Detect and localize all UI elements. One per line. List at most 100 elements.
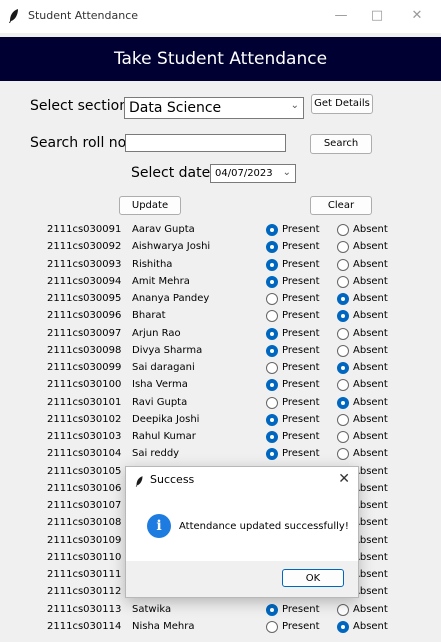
student-name: Sai daragani <box>132 362 195 373</box>
absent-label: Absent <box>353 603 388 615</box>
absent-label: Absent <box>353 258 388 270</box>
update-button[interactable]: Update <box>119 196 181 215</box>
roll-number: 2111cs030108 <box>47 517 122 529</box>
present-label: Present <box>282 379 320 391</box>
present-radio[interactable] <box>266 413 278 426</box>
roll-number: 2111cs030112 <box>47 586 122 598</box>
present-radio[interactable] <box>266 362 278 374</box>
roll-number: 2111cs030096 <box>47 310 122 322</box>
student-name: Satwika <box>132 603 172 615</box>
present-radio[interactable] <box>266 431 278 443</box>
date-value: 04/07/2023 <box>215 168 273 179</box>
maximize-button[interactable]: □ <box>362 6 392 26</box>
absent-radio[interactable] <box>337 413 349 426</box>
student-row: 2111cs030101 Ravi Gupta Present Absent <box>0 395 441 412</box>
date-label: Select date: <box>131 165 215 181</box>
student-name: Ananya Pandey <box>132 293 210 304</box>
present-label: Present <box>282 413 320 425</box>
present-radio[interactable] <box>266 396 278 409</box>
absent-radio[interactable] <box>337 396 349 409</box>
roll-number: 2111cs030102 <box>47 413 122 425</box>
present-radio[interactable] <box>266 344 278 357</box>
absent-radio[interactable] <box>337 310 349 323</box>
absent-label: Absent <box>353 620 388 632</box>
chevron-down-icon: ⌄ <box>282 167 291 178</box>
absent-label: Absent <box>353 396 388 408</box>
minimize-button[interactable]: — <box>326 6 356 26</box>
student-row: 2111cs030094 Amit Mehra Present Absent <box>0 274 441 291</box>
present-radio[interactable] <box>266 379 278 392</box>
present-radio[interactable] <box>266 275 278 288</box>
present-radio[interactable] <box>266 603 278 616</box>
present-radio[interactable] <box>266 448 278 461</box>
present-label: Present <box>282 293 320 304</box>
section-select-value: Data Science <box>129 100 222 116</box>
student-row: 2111cs030096 Bharat Present Absent <box>0 308 441 325</box>
present-radio[interactable] <box>266 293 278 305</box>
close-window-button[interactable]: ✕ <box>402 6 432 26</box>
dialog-title: Success <box>150 473 195 486</box>
absent-label: Absent <box>353 362 388 373</box>
present-radio[interactable] <box>266 327 278 340</box>
search-label: Search roll no: <box>30 135 131 151</box>
student-name: Arjun Rao <box>132 327 181 339</box>
roll-number: 2111cs030106 <box>47 482 122 494</box>
present-label: Present <box>282 241 320 253</box>
absent-label: Absent <box>353 310 388 322</box>
date-picker[interactable]: 04/07/2023 ⌄ <box>210 164 296 183</box>
student-name: Aarav Gupta <box>132 224 195 235</box>
present-radio[interactable] <box>266 241 278 254</box>
absent-radio[interactable] <box>337 293 349 305</box>
present-label: Present <box>282 344 320 356</box>
absent-label: Absent <box>353 241 388 253</box>
student-row: 2111cs030102 Deepika Joshi Present Absent <box>0 412 441 429</box>
success-dialog: Success ✕ i Attendance updated successfu… <box>125 466 359 598</box>
search-input[interactable] <box>125 134 286 152</box>
clear-button[interactable]: Clear <box>310 196 372 215</box>
student-name: Bharat <box>132 310 166 322</box>
student-name: Amit Mehra <box>132 275 190 287</box>
get-details-button[interactable]: Get Details <box>311 94 373 114</box>
close-icon[interactable]: ✕ <box>338 471 350 487</box>
chevron-down-icon: ⌄ <box>290 100 299 111</box>
present-label: Present <box>282 396 320 408</box>
ok-button[interactable]: OK <box>282 569 344 587</box>
present-label: Present <box>282 620 320 632</box>
present-label: Present <box>282 327 320 339</box>
absent-radio[interactable] <box>337 344 349 357</box>
present-label: Present <box>282 362 320 373</box>
section-label: Select section: <box>30 98 133 114</box>
absent-radio[interactable] <box>337 275 349 288</box>
absent-radio[interactable] <box>337 431 349 443</box>
student-row: 2111cs030114 Nisha Mehra Present Absent <box>0 619 441 636</box>
absent-radio[interactable] <box>337 379 349 392</box>
search-button[interactable]: Search <box>310 134 372 154</box>
page-title: Take Student Attendance <box>0 37 441 81</box>
absent-radio[interactable] <box>337 362 349 374</box>
window-title: Student Attendance <box>28 9 139 22</box>
section-select[interactable]: Data Science ⌄ <box>124 97 304 119</box>
student-row: 2111cs030103 Rahul Kumar Present Absent <box>0 429 441 446</box>
absent-radio[interactable] <box>337 620 349 633</box>
student-name: Rishitha <box>132 258 173 270</box>
present-radio[interactable] <box>266 310 278 323</box>
absent-radio[interactable] <box>337 224 349 236</box>
present-label: Present <box>282 224 320 235</box>
absent-label: Absent <box>353 413 388 425</box>
feather-icon <box>135 476 143 487</box>
roll-number: 2111cs030107 <box>47 500 122 511</box>
roll-number: 2111cs030104 <box>47 448 122 460</box>
present-radio[interactable] <box>266 620 278 633</box>
present-radio[interactable] <box>266 258 278 271</box>
absent-radio[interactable] <box>337 327 349 340</box>
roll-number: 2111cs030100 <box>47 379 122 391</box>
roll-number: 2111cs030092 <box>47 241 122 253</box>
absent-radio[interactable] <box>337 448 349 461</box>
absent-radio[interactable] <box>337 258 349 271</box>
window-titlebar: Student Attendance — □ ✕ <box>0 0 441 33</box>
present-label: Present <box>282 431 320 442</box>
absent-label: Absent <box>353 224 388 235</box>
absent-radio[interactable] <box>337 241 349 254</box>
absent-radio[interactable] <box>337 603 349 616</box>
present-radio[interactable] <box>266 224 278 236</box>
